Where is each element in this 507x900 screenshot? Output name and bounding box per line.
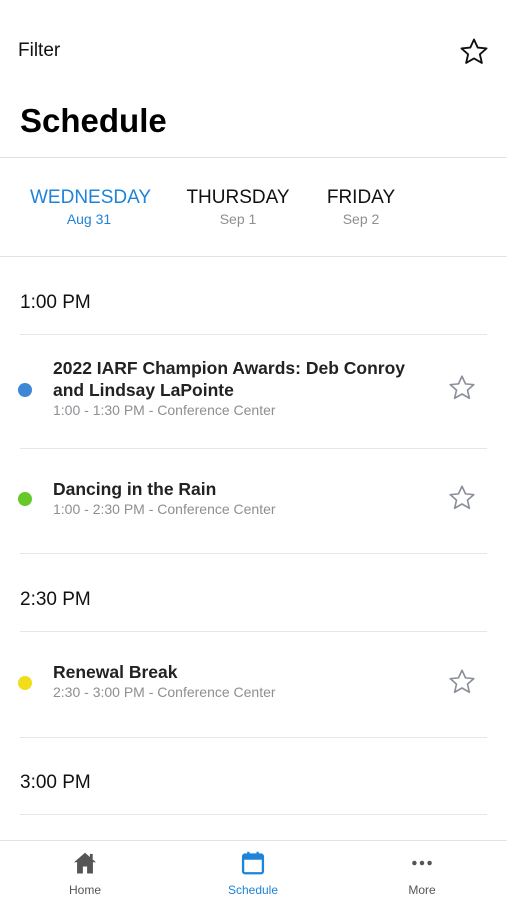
time-header: 2:30 PM bbox=[20, 589, 91, 610]
divider bbox=[20, 553, 487, 554]
nav-label: More bbox=[408, 883, 436, 897]
tab-day-name: FRIDAY bbox=[326, 187, 396, 208]
session-meta: 1:00 - 1:30 PM - Conference Center bbox=[53, 402, 276, 418]
session-item[interactable]: Renewal Break 2:30 - 3:00 PM - Conferenc… bbox=[0, 632, 507, 737]
nav-home[interactable]: Home bbox=[35, 849, 135, 897]
top-bar: Filter bbox=[0, 0, 507, 100]
schedule-screen: Filter Schedule WEDNESDAY Aug 31 THURSDA… bbox=[0, 0, 507, 900]
tab-day-date: Sep 2 bbox=[342, 211, 380, 227]
session-meta: 1:00 - 2:30 PM - Conference Center bbox=[53, 501, 276, 517]
track-color-dot bbox=[18, 383, 32, 397]
tab-day-name: WEDNESDAY bbox=[30, 187, 152, 208]
favorite-star-icon[interactable] bbox=[447, 483, 477, 513]
tab-day-name: THURSDAY bbox=[186, 187, 290, 208]
session-title: Renewal Break bbox=[53, 662, 178, 682]
tabs-divider bbox=[0, 256, 507, 257]
nav-label: Home bbox=[68, 883, 101, 897]
session-item[interactable]: 2022 IARF Champion Awards: Deb Conroy an… bbox=[0, 335, 507, 448]
bottom-nav: Home Schedule More bbox=[0, 840, 507, 900]
more-dots-icon bbox=[412, 860, 432, 866]
nav-label: Schedule bbox=[227, 883, 279, 897]
header-divider bbox=[0, 157, 507, 158]
favorite-star-icon[interactable] bbox=[447, 667, 477, 697]
tab-day-date: Aug 31 bbox=[66, 211, 112, 227]
track-color-dot bbox=[18, 676, 32, 690]
nav-schedule[interactable]: Schedule bbox=[203, 849, 303, 897]
nav-more[interactable]: More bbox=[372, 849, 472, 897]
tab-thursday[interactable]: THURSDAY Sep 1 bbox=[186, 186, 290, 228]
page-title: Schedule bbox=[20, 102, 167, 139]
divider bbox=[20, 737, 487, 738]
star-outline-icon[interactable] bbox=[458, 36, 490, 68]
session-title: Dancing in the Rain bbox=[53, 479, 217, 499]
calendar-icon bbox=[241, 851, 265, 875]
divider bbox=[20, 814, 487, 815]
tab-day-date: Sep 1 bbox=[219, 211, 257, 227]
track-color-dot bbox=[18, 492, 32, 506]
session-item[interactable]: Dancing in the Rain 1:00 - 2:30 PM - Con… bbox=[0, 449, 507, 553]
tab-wednesday[interactable]: WEDNESDAY Aug 31 bbox=[30, 186, 152, 228]
session-meta: 2:30 - 3:00 PM - Conference Center bbox=[53, 684, 276, 700]
filter-button[interactable]: Filter bbox=[18, 40, 60, 62]
favorite-star-icon[interactable] bbox=[447, 373, 477, 403]
tab-friday[interactable]: FRIDAY Sep 2 bbox=[326, 186, 396, 228]
session-title: 2022 IARF Champion Awards: Deb Conroy an… bbox=[53, 358, 406, 400]
time-header: 3:00 PM bbox=[20, 772, 91, 793]
time-header: 1:00 PM bbox=[20, 292, 91, 313]
home-icon bbox=[74, 852, 96, 874]
